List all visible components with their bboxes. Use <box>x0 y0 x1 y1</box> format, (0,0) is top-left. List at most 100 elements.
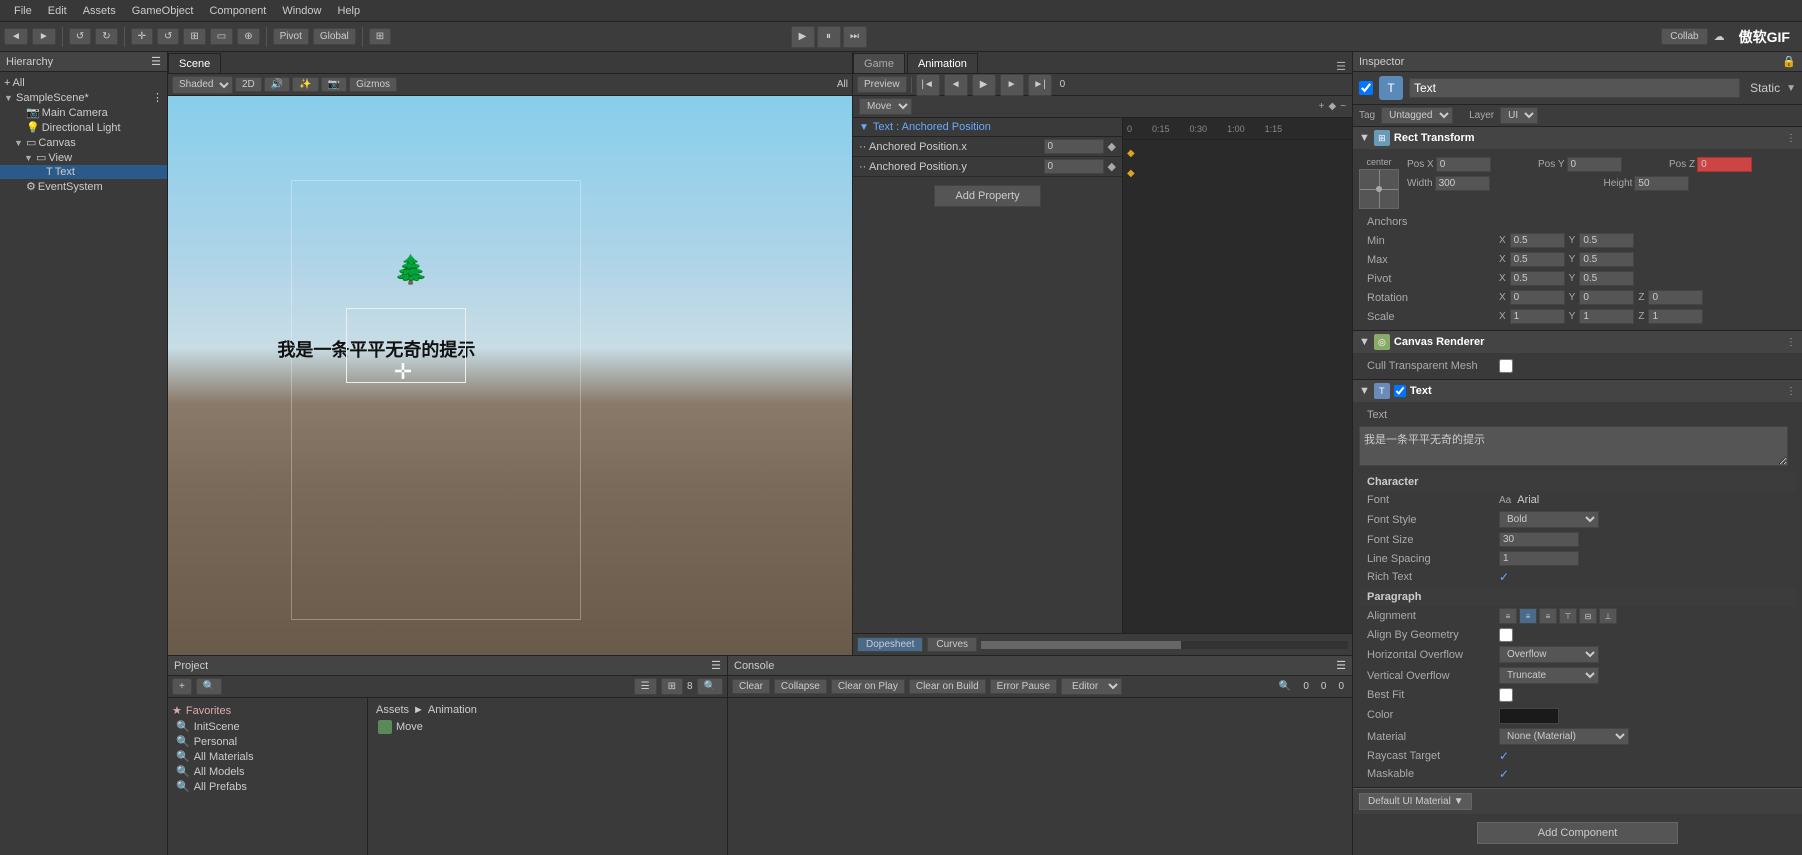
color-swatch[interactable] <box>1499 708 1559 724</box>
tag-select[interactable]: Untagged <box>1381 107 1453 124</box>
width-input[interactable] <box>1435 176 1490 191</box>
breadcrumb-anim[interactable]: Animation <box>428 704 477 716</box>
anchor-visual[interactable] <box>1359 169 1399 209</box>
editor-select[interactable]: Editor <box>1061 678 1122 695</box>
hierarchy-menu-icon[interactable]: ☰ <box>151 55 161 68</box>
rt-menu-icon[interactable]: ⋮ <box>1786 133 1796 144</box>
default-material-btn[interactable]: Default UI Material ▼ <box>1359 793 1472 810</box>
height-input[interactable] <box>1634 176 1689 191</box>
collab-btn[interactable]: Collab <box>1661 28 1707 45</box>
align-left-btn[interactable]: ≡ <box>1499 608 1517 624</box>
align-right-btn[interactable]: ≡ <box>1539 608 1557 624</box>
clear-btn[interactable]: Clear <box>732 679 770 694</box>
anim-next-btn[interactable]: ► <box>1000 74 1024 96</box>
curves-btn[interactable]: Curves <box>927 637 977 652</box>
2d-btn[interactable]: 2D <box>235 77 262 92</box>
scene-camera-btn[interactable]: 📷 <box>321 77 347 92</box>
breadcrumb-assets[interactable]: Assets <box>376 704 409 716</box>
redo-btn[interactable]: ↻ <box>95 28 117 45</box>
vert-overflow-select[interactable]: Truncate <box>1499 667 1599 684</box>
rot-x-input[interactable] <box>1510 290 1565 305</box>
scale-y-input[interactable] <box>1579 309 1634 324</box>
anim-prev-btn[interactable]: ◄ <box>944 74 968 96</box>
forward-btn[interactable]: ► <box>32 28 56 45</box>
obj-active-checkbox[interactable] <box>1359 81 1373 95</box>
grid-snap-btn[interactable]: ⊞ <box>369 28 391 45</box>
anim-curve-icon[interactable]: ~ <box>1340 101 1346 112</box>
min-x-input[interactable] <box>1510 233 1565 248</box>
menu-file[interactable]: File <box>6 5 40 17</box>
project-search-field-btn[interactable]: 🔍 <box>697 678 723 695</box>
pos-y-input[interactable] <box>1567 157 1622 172</box>
project-favorites[interactable]: ★ Favorites <box>172 702 363 719</box>
canvas-renderer-header[interactable]: ▼ ◎ Canvas Renderer ⋮ <box>1353 331 1802 353</box>
hier-plus-icon[interactable]: + <box>4 77 10 89</box>
scale-x-input[interactable] <box>1510 309 1565 324</box>
asset-move[interactable]: Move <box>372 718 723 736</box>
hier-directional-light[interactable]: 💡 Directional Light <box>0 120 167 135</box>
rect-transform-header[interactable]: ▼ ⊞ Rect Transform ⋮ <box>1353 127 1802 149</box>
obj-name-input[interactable] <box>1409 78 1740 98</box>
align-middle-btn[interactable]: ⊟ <box>1579 608 1597 624</box>
prop-x-key-btn[interactable]: ◆ <box>1108 140 1116 153</box>
project-personal[interactable]: 🔍 Personal <box>172 734 363 749</box>
project-all-materials[interactable]: 🔍 All Materials <box>172 749 363 764</box>
search-console-icon[interactable]: 🔍 <box>1279 681 1291 692</box>
max-y-input[interactable] <box>1579 252 1634 267</box>
obj-static-arrow[interactable]: ▼ <box>1786 83 1796 94</box>
translate-btn[interactable]: ✛ <box>131 28 153 45</box>
transform-btn[interactable]: ⊕ <box>237 28 259 45</box>
pos-x-input[interactable] <box>1436 157 1491 172</box>
undo-btn[interactable]: ↺ <box>69 28 91 45</box>
cr-menu-icon[interactable]: ⋮ <box>1786 337 1796 348</box>
hier-sample-scene[interactable]: ▼ SampleScene* ⋮ <box>0 90 167 105</box>
menu-window[interactable]: Window <box>274 5 329 17</box>
project-search-btn[interactable]: 🔍 <box>196 678 222 695</box>
audio-btn[interactable]: 🔊 <box>264 77 290 92</box>
error-pause-btn[interactable]: Error Pause <box>990 679 1057 694</box>
anim-play-btn[interactable]: ▶ <box>972 74 996 96</box>
add-component-btn[interactable]: Add Component <box>1477 822 1679 844</box>
shading-mode-select[interactable]: Shaded <box>172 76 233 94</box>
layer-select[interactable]: UI <box>1500 107 1538 124</box>
menu-assets[interactable]: Assets <box>75 5 124 17</box>
play-btn[interactable]: ▶ <box>791 26 815 48</box>
collapse-btn[interactable]: Collapse <box>774 679 827 694</box>
prop-y-key-btn[interactable]: ◆ <box>1108 160 1116 173</box>
max-x-input[interactable] <box>1510 252 1565 267</box>
anim-panel-menu[interactable]: ☰ <box>1336 60 1352 73</box>
anim-add-icon[interactable]: + <box>1319 101 1325 112</box>
tab-game[interactable]: Game <box>853 53 905 73</box>
tab-scene[interactable]: Scene <box>168 53 221 73</box>
clear-on-build-btn[interactable]: Clear on Build <box>909 679 986 694</box>
hier-main-camera[interactable]: 📷 Main Camera <box>0 105 167 120</box>
anim-end-btn[interactable]: ►| <box>1028 74 1052 96</box>
text-comp-checkbox[interactable] <box>1394 385 1406 397</box>
gizmos-btn[interactable]: Gizmos <box>349 77 397 92</box>
project-layout-btn1[interactable]: ☰ <box>634 678 657 695</box>
raycast-check[interactable]: ✓ <box>1499 749 1509 763</box>
effects-btn[interactable]: ✨ <box>292 77 318 92</box>
maskable-check[interactable]: ✓ <box>1499 767 1509 781</box>
rot-y-input[interactable] <box>1579 290 1634 305</box>
project-menu-icon[interactable]: ☰ <box>711 659 721 672</box>
pivot-btn[interactable]: Pivot <box>273 28 309 45</box>
project-init-scene[interactable]: 🔍 InitScene <box>172 719 363 734</box>
horiz-overflow-select[interactable]: Overflow <box>1499 646 1599 663</box>
font-size-input[interactable] <box>1499 532 1579 547</box>
prop-x-input[interactable] <box>1044 139 1104 154</box>
inspector-lock-icon[interactable]: 🔒 <box>1782 55 1796 68</box>
min-y-input[interactable] <box>1579 233 1634 248</box>
align-center-btn[interactable]: ≡ <box>1519 608 1537 624</box>
scene-viewport[interactable]: 🌲 我是一条平平无奇的提示 ✛ <box>168 96 852 655</box>
rot-z-input[interactable] <box>1648 290 1703 305</box>
menu-gameobject[interactable]: GameObject <box>124 5 202 17</box>
console-menu-icon[interactable]: ☰ <box>1336 659 1346 672</box>
move-handle[interactable]: ✛ <box>394 359 412 385</box>
project-layout-btn2[interactable]: ⊞ <box>661 678 683 695</box>
text-component-header[interactable]: ▼ T Text ⋮ <box>1353 380 1802 402</box>
clip-select[interactable]: Move <box>859 98 912 115</box>
pos-z-input[interactable] <box>1697 157 1752 172</box>
hier-canvas[interactable]: ▼ ▭ Canvas <box>0 135 167 150</box>
rect-btn[interactable]: ▭ <box>210 28 233 45</box>
